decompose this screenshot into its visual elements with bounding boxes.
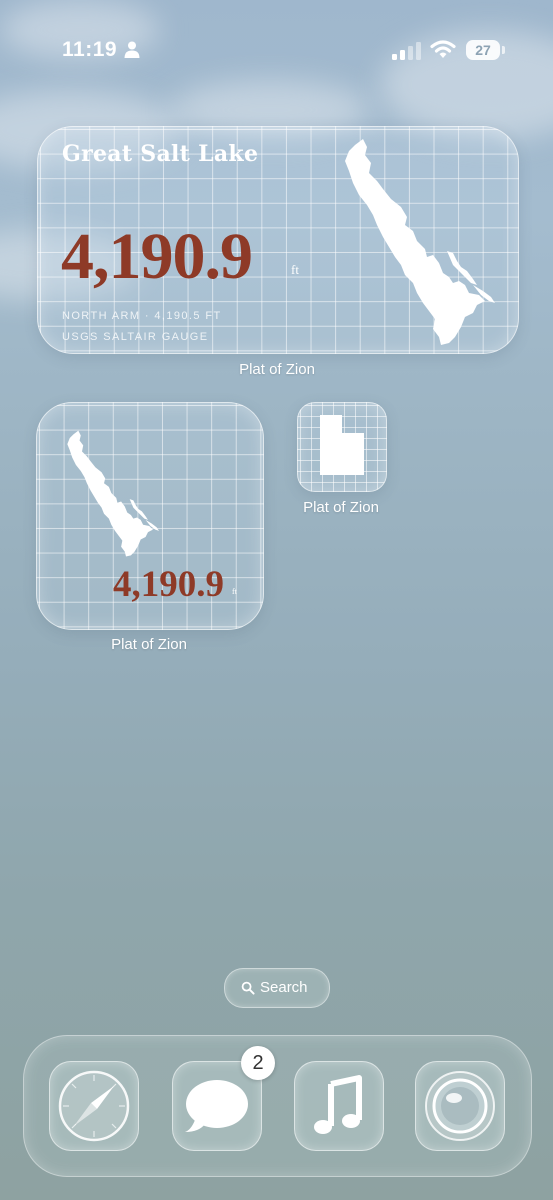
great-salt-lake-widget-medium[interactable]: 4,190.9 ft xyxy=(36,402,264,630)
utah-state-icon xyxy=(320,415,364,475)
music-app-icon[interactable] xyxy=(294,1061,384,1151)
search-label: Search xyxy=(260,979,308,996)
camera-lens-icon xyxy=(425,1071,495,1141)
app-label-small: Plat of Zion xyxy=(303,499,379,516)
notification-badge: 2 xyxy=(241,1046,275,1080)
wifi-icon xyxy=(430,40,456,58)
status-time: 11:19 xyxy=(62,38,118,61)
north-arm-reading: NORTH ARM · 4,190.5 FT xyxy=(62,310,222,322)
lake-level-unit: ft xyxy=(232,587,237,596)
great-salt-lake-widget-large[interactable]: Great Salt Lake 4,190.9 ft NORTH ARM · 4… xyxy=(37,126,519,354)
music-note-icon xyxy=(314,1075,362,1134)
lake-level-value: 4,190.9 xyxy=(61,220,253,293)
status-bar: 11:19 27 xyxy=(0,0,553,100)
great-salt-lake-icon xyxy=(67,430,159,557)
lake-level-value: 4,190.9 xyxy=(113,564,224,605)
gauge-source: USGS SALTAIR GAUGE xyxy=(62,331,209,343)
battery-level: 27 xyxy=(475,42,491,58)
cellular-signal-icon xyxy=(392,42,421,60)
plat-of-zion-app-icon[interactable] xyxy=(297,402,387,492)
person-icon xyxy=(124,41,140,58)
battery-icon: 27 xyxy=(466,40,506,61)
magnifying-glass-icon xyxy=(241,981,255,995)
widget-title: Great Salt Lake xyxy=(62,141,259,167)
battery-tip xyxy=(502,46,505,54)
camera-app-icon[interactable] xyxy=(415,1061,505,1151)
widget-label-medium: Plat of Zion xyxy=(111,636,187,653)
spotlight-search-button[interactable]: Search xyxy=(224,968,330,1008)
compass-icon xyxy=(58,1070,130,1142)
safari-app-icon[interactable] xyxy=(49,1061,139,1151)
lake-level-unit: ft xyxy=(291,262,299,277)
widget-label-large: Plat of Zion xyxy=(239,361,315,378)
great-salt-lake-icon xyxy=(345,139,495,345)
